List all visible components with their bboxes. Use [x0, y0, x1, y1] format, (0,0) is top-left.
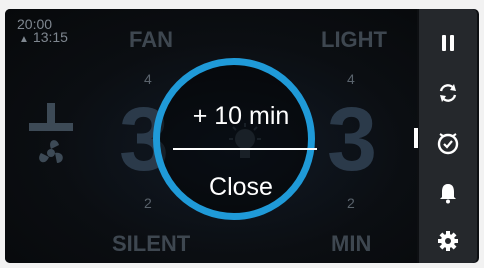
gear-icon [438, 231, 458, 251]
fan-upper-level[interactable]: 4 [144, 71, 152, 87]
add-ten-minutes-button[interactable]: + 10 min [175, 96, 307, 136]
sync-icon [439, 84, 457, 102]
bell-icon [440, 184, 456, 204]
fan-label: FAN [129, 27, 173, 52]
settings-button[interactable] [419, 221, 477, 261]
close-dialog-button[interactable]: Close [185, 167, 297, 207]
sync-button[interactable] [419, 73, 477, 113]
status-clock: 20:00 ▲ 13:15 [17, 17, 68, 46]
control-area: 20:00 ▲ 13:15 FAN LIGHT 4 4 3 3 2 2 SILE… [5, 9, 417, 263]
alarm-bell-icon: ▲ [19, 34, 29, 45]
light-mode-label: MIN [331, 231, 372, 256]
fan-lower-level[interactable]: 2 [144, 195, 152, 211]
light-label: LIGHT [321, 27, 387, 52]
alarm-time: 13:15 [32, 29, 68, 45]
light-lower-level[interactable]: 2 [347, 195, 355, 211]
timer-button[interactable] [419, 123, 477, 163]
selected-indicator [414, 128, 418, 148]
pause-icon [442, 35, 454, 51]
timer-icon [437, 133, 459, 155]
fan-icon [29, 103, 73, 163]
device-screen: 20:00 ▲ 13:15 FAN LIGHT 4 4 3 3 2 2 SILE… [5, 9, 479, 263]
alarm-button[interactable] [419, 173, 477, 213]
light-upper-level[interactable]: 4 [347, 71, 355, 87]
dialog-divider [173, 148, 317, 150]
light-level-value: 3 [327, 90, 378, 190]
sidebar [419, 9, 477, 263]
pause-button[interactable] [419, 23, 477, 63]
fan-mode-label: SILENT [112, 231, 191, 256]
